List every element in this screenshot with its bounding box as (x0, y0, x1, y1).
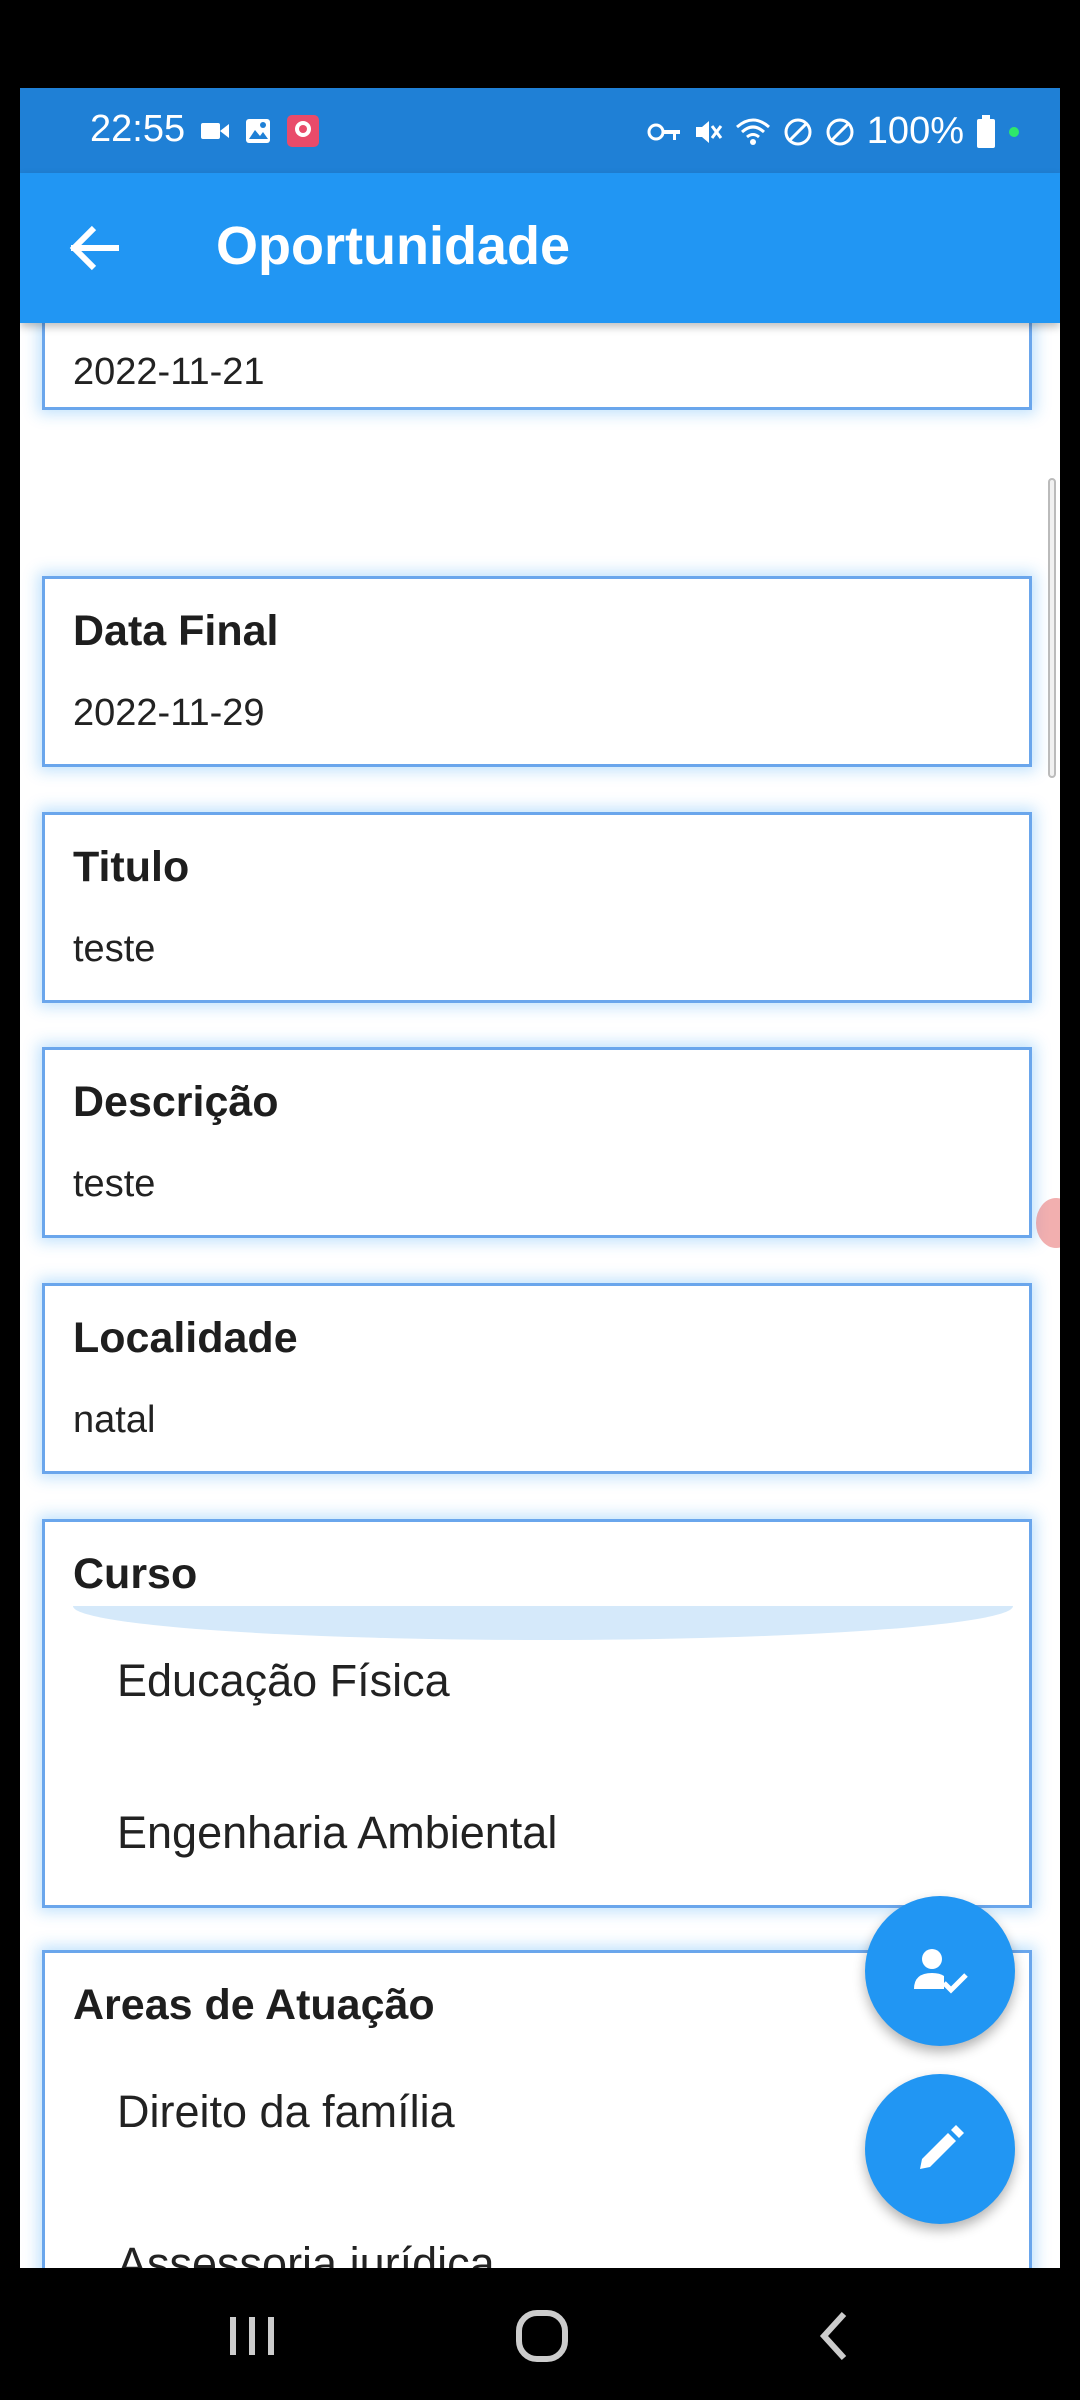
data-inicial-card: 2022-11-21 (42, 323, 1032, 410)
localidade-value: natal (73, 1399, 156, 1441)
blocked-icon (826, 118, 854, 145)
edit-pencil-icon (920, 2125, 964, 2169)
blocked-icon (784, 118, 812, 145)
video-icon (201, 123, 229, 139)
status-bar: 22:55 100% (20, 88, 1060, 173)
areas-list-item[interactable]: Direito da família (117, 2086, 455, 2138)
app-screen: 22:55 100% Oportunidade 2022-11-21 Data … (20, 88, 1060, 2268)
app-icon (287, 115, 319, 147)
recents-icon (230, 2317, 274, 2355)
titulo-card: Titulo teste (42, 812, 1032, 1003)
titulo-label: Titulo (73, 843, 190, 891)
home-icon (516, 2310, 568, 2362)
curso-card: Curso Educação Física Engenharia Ambient… (42, 1519, 1032, 1908)
charging-dot-icon (1009, 126, 1019, 137)
data-final-label: Data Final (73, 607, 279, 655)
edit-button[interactable] (865, 2074, 1015, 2224)
arrow-back-icon (69, 225, 119, 271)
status-time: 22:55 (90, 108, 186, 150)
data-inicial-value: 2022-11-21 (73, 351, 265, 393)
titulo-value: teste (73, 928, 156, 970)
descricao-label: Descrição (73, 1078, 279, 1126)
descricao-value: teste (73, 1163, 156, 1205)
back-button[interactable] (62, 215, 128, 281)
battery-icon (977, 114, 995, 148)
areas-list-item[interactable]: Assessoria jurídica (117, 2238, 495, 2268)
back-nav-button[interactable] (795, 2296, 875, 2376)
app-bar: Oportunidade (20, 173, 1060, 323)
data-final-value: 2022-11-29 (73, 692, 265, 734)
battery-level: 100% (866, 110, 964, 152)
localidade-card: Localidade natal (42, 1283, 1032, 1474)
wifi-icon (735, 118, 770, 145)
back-chevron-icon (819, 2311, 847, 2361)
person-check-icon (914, 1949, 968, 1994)
home-button[interactable] (502, 2296, 582, 2376)
data-final-card: Data Final 2022-11-29 (42, 576, 1032, 767)
curso-list-item[interactable]: Engenharia Ambiental (117, 1807, 557, 1859)
system-nav-bar (0, 2268, 1080, 2400)
apply-button[interactable] (865, 1896, 1015, 2046)
overscroll-glow (73, 1606, 1013, 1640)
key-icon (647, 123, 680, 140)
recents-button[interactable] (212, 2296, 292, 2376)
localidade-label: Localidade (73, 1314, 298, 1362)
curso-list-item[interactable]: Educação Física (117, 1655, 450, 1707)
areas-atuacao-label: Areas de Atuação (73, 1981, 435, 2029)
image-icon (246, 119, 270, 143)
curso-label: Curso (73, 1550, 198, 1598)
scrollbar[interactable] (1048, 478, 1056, 778)
page-title: Oportunidade (216, 216, 570, 276)
descricao-card: Descrição teste (42, 1047, 1032, 1238)
mute-icon (695, 120, 722, 143)
